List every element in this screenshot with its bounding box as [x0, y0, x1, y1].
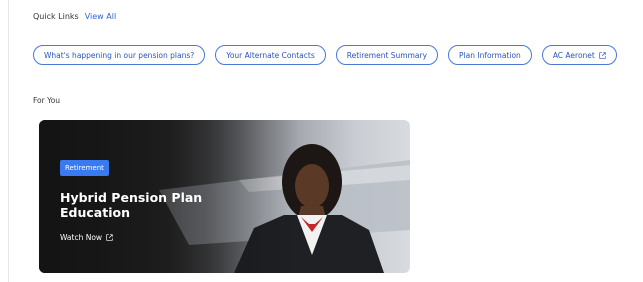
quick-link-label: What's happening in our pension plans? [44, 50, 195, 60]
quick-link-label: Plan Information [459, 50, 521, 60]
quick-link-alternate-contacts[interactable]: Your Alternate Contacts [215, 45, 326, 65]
category-badge: Retirement [60, 160, 109, 176]
watch-now-link[interactable]: Watch Now [60, 233, 113, 242]
left-divider [8, 0, 9, 282]
view-all-link[interactable]: View All [85, 12, 116, 21]
quick-link-plan-information[interactable]: Plan Information [448, 45, 532, 65]
quick-link-label: Retirement Summary [346, 50, 428, 60]
quick-link-label: Your Alternate Contacts [226, 50, 315, 60]
quick-link-label: AC Aeronet [552, 50, 595, 60]
quick-link-pension-plans[interactable]: What's happening in our pension plans? [33, 45, 206, 65]
quick-link-retirement-summary[interactable]: Retirement Summary [335, 45, 439, 65]
quick-links-header: Quick Links View All [33, 12, 116, 21]
for-you-heading: For You [33, 96, 61, 105]
quick-links-title: Quick Links [33, 12, 79, 21]
watch-now-label: Watch Now [60, 233, 103, 242]
external-link-icon [106, 234, 113, 241]
card-title: Hybrid Pension Plan Education [60, 190, 203, 220]
quick-link-ac-aeronet[interactable]: AC Aeronet [541, 45, 617, 65]
quick-links-list: What's happening in our pension plans? Y… [33, 45, 617, 65]
featured-card[interactable]: Retirement Hybrid Pension Plan Education… [39, 120, 410, 273]
external-link-icon [599, 51, 606, 59]
